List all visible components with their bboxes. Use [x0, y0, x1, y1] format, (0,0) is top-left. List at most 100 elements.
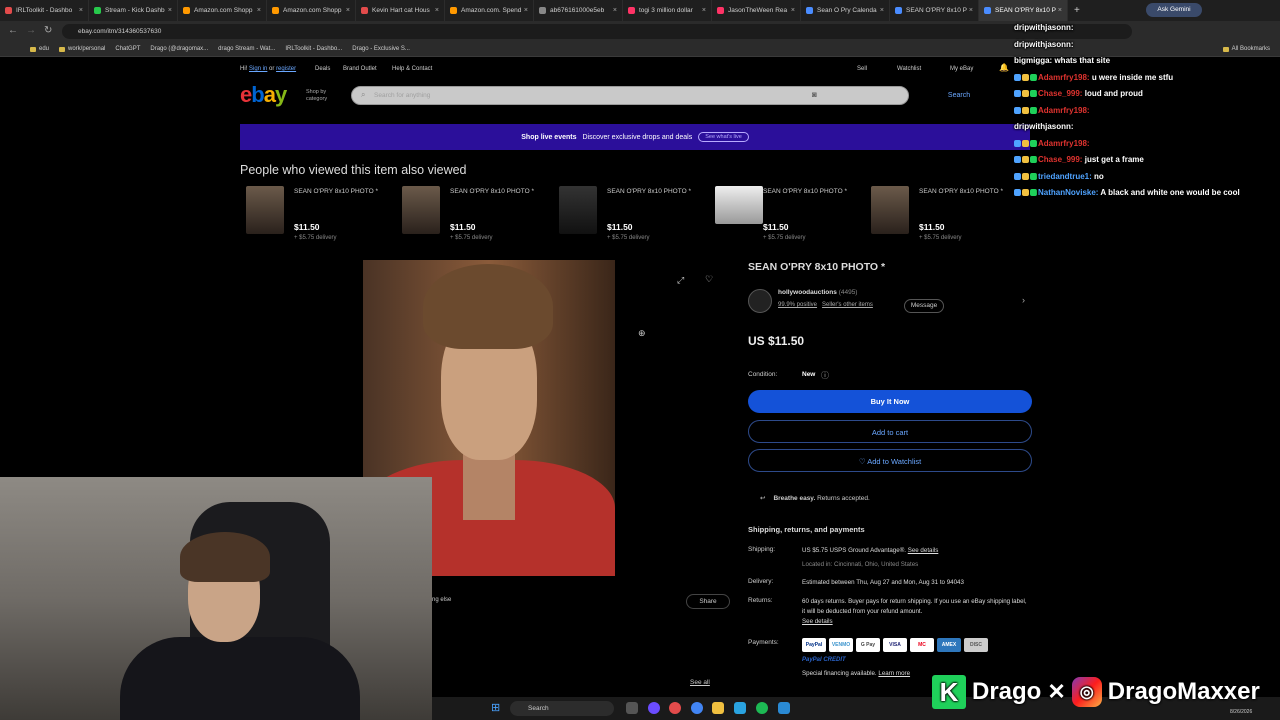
close-icon[interactable]: ×: [524, 7, 528, 14]
bookmark-irltoolkit[interactable]: IRLToolkit - Dashbo...: [285, 46, 342, 52]
chat-badge-icon: [1022, 90, 1029, 98]
browser-tab[interactable]: Sean O Pry Calenda ×: [801, 0, 890, 21]
heart-icon[interactable]: ♡: [705, 274, 713, 285]
help-contact-link[interactable]: Help & Contact: [392, 66, 432, 72]
app-icon[interactable]: [669, 702, 681, 714]
tab-favicon-icon: [361, 7, 368, 14]
close-icon[interactable]: ×: [435, 7, 439, 14]
close-icon[interactable]: ×: [1058, 7, 1062, 14]
browser-tab[interactable]: Amazon.com. Spend ×: [445, 0, 534, 21]
taskbar-search[interactable]: Search: [510, 701, 614, 716]
close-icon[interactable]: ×: [613, 7, 617, 14]
watchlist-link[interactable]: Watchlist: [897, 66, 921, 72]
product-thumbnail: [402, 186, 440, 234]
seller-other-items-link[interactable]: Seller's other items: [822, 302, 873, 308]
sell-link[interactable]: Sell: [857, 66, 867, 72]
also-viewed-card[interactable]: SEAN O'PRY 8x10 PHOTO * $11.50 + $5.75 del…: [396, 186, 551, 246]
bookmark-edu[interactable]: edu: [30, 46, 49, 52]
register-link[interactable]: register: [276, 66, 296, 72]
shipping-label: Shipping:: [748, 546, 776, 553]
browser-tab[interactable]: togi 3 million dollar ×: [623, 0, 712, 21]
my-ebay-link[interactable]: My eBay: [950, 66, 973, 72]
shipping-value: US $5.75 USPS Ground Advantage®. See det…: [802, 547, 939, 568]
live-events-banner[interactable]: Shop live events Discover exclusive drop…: [240, 124, 1030, 150]
forward-icon[interactable]: →: [26, 25, 36, 36]
bookmark-drago-exclusive[interactable]: Drago - Exclusive S...: [352, 46, 410, 52]
buy-it-now-button[interactable]: Buy It Now: [748, 390, 1032, 413]
browser-tab[interactable]: ab676161000e5eb ×: [534, 0, 623, 21]
close-icon[interactable]: ×: [969, 7, 973, 14]
back-icon[interactable]: ←: [8, 25, 18, 36]
reload-icon[interactable]: ↻: [44, 25, 52, 36]
returns-see-details-link[interactable]: See details: [802, 618, 833, 625]
file-explorer-icon[interactable]: [712, 702, 724, 714]
bookmark-chatgpt[interactable]: ChatGPT: [115, 46, 140, 52]
seller-name[interactable]: hollywoodauctions (4495): [778, 289, 857, 296]
bookmark-work[interactable]: work/personal: [59, 46, 105, 52]
browser-tab[interactable]: Kevin Hart cat Hous ×: [356, 0, 445, 21]
tab-label: Amazon.com. Spend: [461, 7, 522, 14]
search-button[interactable]: Search: [917, 88, 1001, 104]
info-icon[interactable]: ⓘ: [821, 370, 829, 381]
chat-badge-icon: [1014, 189, 1021, 197]
browser-tab[interactable]: JasonTheWeen Rea ×: [712, 0, 801, 21]
chat-badge-icon: [1014, 73, 1021, 81]
tab-favicon-icon: [806, 7, 813, 14]
seller-card[interactable]: hollywoodauctions (4495) 99.9% positive …: [748, 287, 1033, 317]
tab-favicon-icon: [895, 7, 902, 14]
windows-start-icon[interactable]: ⊞: [491, 701, 500, 714]
close-icon[interactable]: ×: [257, 7, 261, 14]
close-icon[interactable]: ×: [880, 7, 884, 14]
see-details-link[interactable]: See details: [908, 547, 939, 554]
close-icon[interactable]: ×: [791, 7, 795, 14]
close-icon[interactable]: ×: [702, 7, 706, 14]
app-icon[interactable]: [648, 702, 660, 714]
share-button[interactable]: Share: [686, 594, 730, 609]
ebay-logo[interactable]: ebay: [240, 82, 287, 108]
see-whats-live-button[interactable]: See what's live: [698, 132, 749, 142]
telegram-icon[interactable]: [734, 702, 746, 714]
add-to-watchlist-button[interactable]: ♡ Add to Watchlist: [748, 449, 1032, 472]
bookmark-drago-stream[interactable]: drago Stream - Wat...: [218, 46, 275, 52]
browser-tab[interactable]: Amazon.com Shopp ×: [178, 0, 267, 21]
close-icon[interactable]: ×: [168, 7, 172, 14]
browser-tab[interactable]: IRLToolkit - Dashbo ×: [0, 0, 89, 21]
browser-tab[interactable]: SEAN O'PRY 8x10 P ×: [890, 0, 979, 21]
also-viewed-card[interactable]: SEAN O'PRY 8x10 PHOTO * $11.50 + $5.75 del…: [240, 186, 395, 246]
bookmark-label: edu: [39, 46, 50, 52]
brand-outlet-link[interactable]: Brand Outlet: [343, 66, 377, 72]
search-input[interactable]: ⌕ Search for anything ◙: [351, 86, 909, 105]
notification-bell-icon[interactable]: 🔔: [999, 63, 1009, 72]
browser-tab[interactable]: Stream - Kick Dashb ×: [89, 0, 178, 21]
close-icon[interactable]: ×: [346, 7, 350, 14]
close-icon[interactable]: ×: [79, 7, 83, 14]
also-viewed-card[interactable]: SEAN O'PRY 8x10 PHOTO * $11.50 + $5.75 del…: [553, 186, 708, 246]
app-icon[interactable]: [778, 702, 790, 714]
learn-more-link[interactable]: Learn more: [878, 670, 910, 677]
chat-badge-icon: [1030, 106, 1037, 114]
buy-for-someone-link[interactable]: ng else: [432, 597, 451, 603]
see-all-link[interactable]: See all: [690, 679, 710, 686]
chat-username: Chase_999:: [1038, 155, 1083, 164]
expand-icon[interactable]: ⤢: [677, 275, 684, 286]
ask-gemini-button[interactable]: Ask Gemini: [1146, 3, 1202, 17]
chat-message: Chase_999: just get a frame: [1014, 152, 1280, 169]
add-to-cart-button[interactable]: Add to cart: [748, 420, 1032, 443]
camera-icon[interactable]: ◙: [812, 90, 817, 99]
chevron-right-icon[interactable]: ›: [1022, 295, 1025, 305]
url-input[interactable]: ebay.com/itm/314360537630: [62, 24, 1132, 39]
also-viewed-card[interactable]: SEAN O'PRY 8x10 PHOTO * $11.50 + $5.75 del…: [865, 186, 1020, 246]
shop-by-category[interactable]: Shop by category: [306, 89, 342, 103]
tab-favicon-icon: [450, 7, 457, 14]
sign-in-link[interactable]: Sign in: [249, 66, 267, 72]
new-tab-icon[interactable]: +: [1074, 5, 1080, 16]
bookmark-drago-x[interactable]: Drago (@dragomax...: [150, 46, 208, 52]
spotify-icon[interactable]: [756, 702, 768, 714]
message-seller-button[interactable]: Message: [904, 299, 944, 313]
also-viewed-card[interactable]: SEAN O'PRY 8x10 PHOTO * $11.50 + $5.75 del…: [709, 186, 864, 246]
task-view-icon[interactable]: [626, 702, 638, 714]
deals-link[interactable]: Deals: [315, 66, 330, 72]
browser-tab[interactable]: Amazon.com Shopp ×: [267, 0, 356, 21]
chrome-icon[interactable]: [691, 702, 703, 714]
browser-tab[interactable]: SEAN O'PRY 8x10 P ×: [979, 0, 1068, 21]
